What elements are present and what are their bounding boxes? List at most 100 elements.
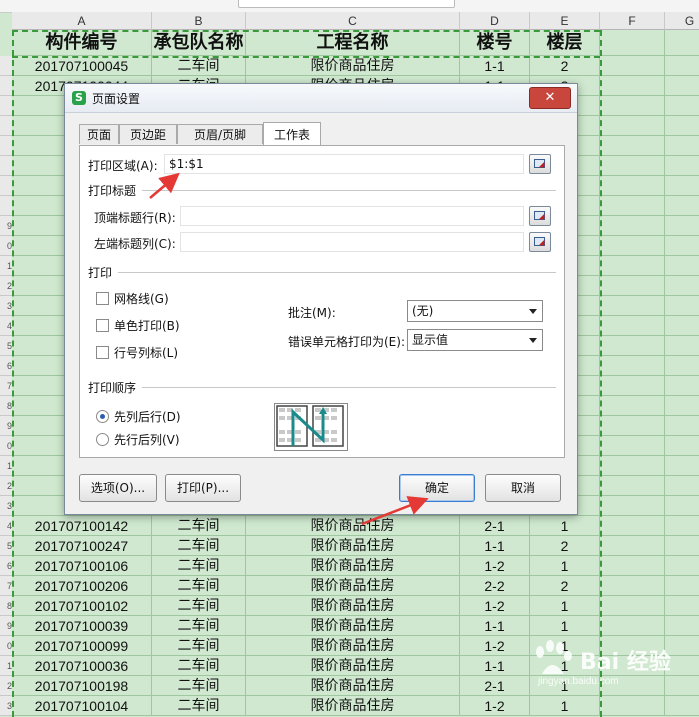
gridlines-checkbox[interactable] (96, 292, 109, 305)
table-cell[interactable] (600, 176, 665, 196)
table-cell[interactable] (665, 436, 699, 456)
top-rows-input[interactable] (180, 206, 524, 226)
table-cell[interactable] (665, 416, 699, 436)
table-cell[interactable] (665, 376, 699, 396)
row-header[interactable]: 7 (0, 576, 12, 596)
table-cell[interactable] (600, 196, 665, 216)
table-cell[interactable]: 限价商品住房 (246, 556, 460, 576)
table-cell[interactable] (665, 476, 699, 496)
header-cell[interactable]: 楼号 (460, 30, 530, 56)
table-cell[interactable]: 201707100099 (12, 636, 152, 656)
table-cell[interactable]: 1 (530, 696, 600, 716)
tab-page[interactable]: 页面 (79, 124, 119, 144)
table-cell[interactable] (600, 276, 665, 296)
top-rows-picker-button[interactable] (529, 206, 551, 226)
table-cell[interactable]: 限价商品住房 (246, 696, 460, 716)
table-cell[interactable] (665, 696, 699, 716)
table-cell[interactable]: 限价商品住房 (246, 676, 460, 696)
table-cell[interactable]: 1 (530, 596, 600, 616)
table-cell[interactable] (665, 116, 699, 136)
down-then-over-radio[interactable] (96, 410, 109, 423)
table-cell[interactable]: 201707100106 (12, 556, 152, 576)
row-header[interactable] (0, 196, 12, 216)
left-cols-input[interactable] (180, 232, 524, 252)
row-header[interactable] (0, 76, 12, 96)
mono-print-checkbox[interactable] (96, 319, 109, 332)
table-cell[interactable] (665, 596, 699, 616)
table-cell[interactable]: 二车间 (152, 676, 246, 696)
options-button[interactable]: 选项(O)... (79, 474, 157, 502)
row-header[interactable]: 5 (0, 536, 12, 556)
table-cell[interactable]: 1 (530, 556, 600, 576)
table-cell[interactable] (600, 496, 665, 516)
table-cell[interactable]: 1-1 (460, 616, 530, 636)
row-header[interactable]: 8 (0, 596, 12, 616)
table-cell[interactable]: 1-1 (460, 656, 530, 676)
table-cell[interactable] (665, 316, 699, 336)
errors-select[interactable]: 显示值 (407, 329, 543, 351)
column-header[interactable]: A (12, 12, 152, 30)
table-cell[interactable] (600, 256, 665, 276)
row-header[interactable]: 2 (0, 476, 12, 496)
ok-button[interactable]: 确定 (399, 474, 475, 502)
table-cell[interactable]: 2 (530, 56, 600, 76)
table-cell[interactable]: 二车间 (152, 516, 246, 536)
table-cell[interactable]: 限价商品住房 (246, 536, 460, 556)
column-header[interactable]: C (246, 12, 460, 30)
table-cell[interactable] (600, 376, 665, 396)
row-header[interactable]: 5 (0, 336, 12, 356)
table-cell[interactable] (600, 316, 665, 336)
table-cell[interactable] (665, 356, 699, 376)
empty-cell[interactable] (600, 30, 665, 56)
row-header[interactable]: 3 (0, 696, 12, 716)
print-button[interactable]: 打印(P)... (165, 474, 241, 502)
table-cell[interactable] (665, 96, 699, 116)
table-cell[interactable]: 201707100102 (12, 596, 152, 616)
close-button[interactable]: ✕ (529, 87, 571, 109)
table-cell[interactable] (665, 196, 699, 216)
table-cell[interactable] (600, 336, 665, 356)
table-cell[interactable]: 1-2 (460, 696, 530, 716)
table-cell[interactable]: 2-1 (460, 676, 530, 696)
table-cell[interactable]: 限价商品住房 (246, 596, 460, 616)
table-cell[interactable]: 二车间 (152, 656, 246, 676)
row-header[interactable]: 0 (0, 436, 12, 456)
table-cell[interactable]: 1 (530, 616, 600, 636)
table-cell[interactable]: 二车间 (152, 696, 246, 716)
comments-select[interactable]: (无) (407, 300, 543, 322)
table-cell[interactable] (600, 456, 665, 476)
table-cell[interactable]: 201707100247 (12, 536, 152, 556)
empty-cell[interactable] (665, 30, 699, 56)
row-header[interactable]: 4 (0, 516, 12, 536)
table-cell[interactable]: 限价商品住房 (246, 656, 460, 676)
table-cell[interactable]: 二车间 (152, 556, 246, 576)
row-header[interactable] (0, 116, 12, 136)
table-cell[interactable] (600, 696, 665, 716)
table-cell[interactable]: 限价商品住房 (246, 576, 460, 596)
table-cell[interactable]: 1-2 (460, 596, 530, 616)
column-header[interactable]: D (460, 12, 530, 30)
table-cell[interactable] (600, 356, 665, 376)
table-cell[interactable]: 2-2 (460, 576, 530, 596)
row-header[interactable]: 7 (0, 376, 12, 396)
table-cell[interactable] (600, 56, 665, 76)
row-header[interactable]: 1 (0, 456, 12, 476)
table-cell[interactable] (600, 216, 665, 236)
header-cell[interactable]: 楼层 (530, 30, 600, 56)
table-cell[interactable]: 二车间 (152, 636, 246, 656)
table-cell[interactable] (665, 576, 699, 596)
left-cols-picker-button[interactable] (529, 232, 551, 252)
row-header[interactable]: 1 (0, 656, 12, 676)
header-cell[interactable]: 构件编号 (12, 30, 152, 56)
table-cell[interactable] (665, 496, 699, 516)
table-cell[interactable] (665, 176, 699, 196)
row-header[interactable]: 6 (0, 556, 12, 576)
table-cell[interactable]: 201707100198 (12, 676, 152, 696)
table-cell[interactable]: 二车间 (152, 56, 246, 76)
table-cell[interactable] (665, 216, 699, 236)
print-area-picker-button[interactable] (529, 154, 551, 174)
row-header[interactable] (0, 136, 12, 156)
table-cell[interactable] (600, 516, 665, 536)
table-cell[interactable]: 201707100104 (12, 696, 152, 716)
row-header[interactable]: 0 (0, 636, 12, 656)
